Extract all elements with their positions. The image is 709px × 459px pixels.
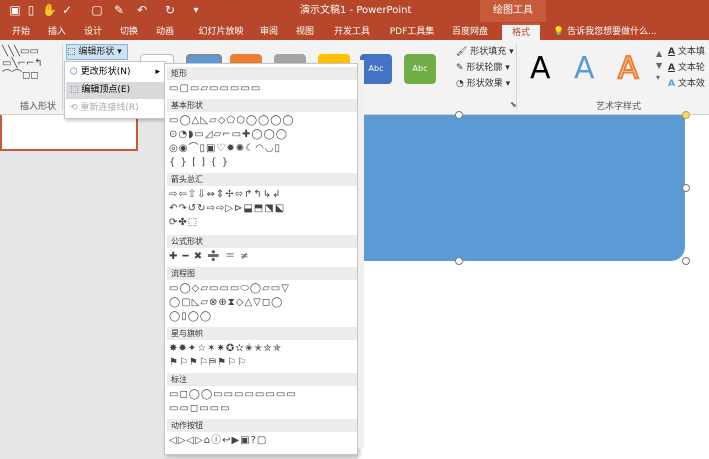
section-action-buttons: 动作按钮 <box>167 419 357 432</box>
new-doc-icon[interactable]: ▯ <box>24 3 38 18</box>
change-shape-icon: ⬡ <box>70 67 78 77</box>
tab-baidu-netdisk[interactable]: 百度网盘 <box>448 24 492 40</box>
shape-row[interactable]: ↶↷↺↻⇨⇨▷⊳⬓⬒⬔⬕ <box>169 202 353 216</box>
shape-row[interactable]: ⟳✤⬚ <box>169 216 353 230</box>
tab-slideshow[interactable]: 幻灯片放映 <box>194 24 248 40</box>
tab-view[interactable]: 视图 <box>292 24 318 40</box>
shape-row[interactable]: ⊙◔◗▭◿▱⌐▭✚◯◯◯ <box>169 128 353 142</box>
edit-shape-menu: ⬡ 更改形状(N) ▸ ⬚ 编辑顶点(E) ⟲ 重新连接线(R) <box>64 61 166 119</box>
shape-row[interactable]: ▭▢▭▱▭▭▭▭▭ <box>169 82 353 96</box>
tab-design[interactable]: 设计 <box>80 24 106 40</box>
edit-shape-icon: ⬚ <box>67 47 76 57</box>
selected-shape[interactable] <box>358 115 685 261</box>
text-outline-label: 文本轮 <box>677 63 705 73</box>
resize-handle[interactable] <box>455 257 463 265</box>
touch-mode-icon[interactable]: ✋ <box>42 3 57 18</box>
document-title: 演示文稿1 - PowerPoint <box>300 5 412 16</box>
text-fill-button[interactable]: A 文本填 <box>668 46 705 58</box>
chevron-down-icon: ▾ <box>117 47 122 57</box>
ribbon-tabs: 开始 插入 设计 切换 动画 幻灯片放映 审阅 视图 开发工具 PDF工具集 百… <box>0 22 709 42</box>
preview-icon[interactable]: ▢ <box>90 3 104 18</box>
edit-points-icon: ⬚ <box>70 85 79 95</box>
shape-fill-button[interactable]: 🖌 形状填充 ▾ <box>456 46 514 58</box>
shape-row[interactable]: ▭▭◻▭▭▭ <box>169 402 353 416</box>
tell-me-search[interactable]: 💡 告诉我您想要做什么... <box>553 24 657 40</box>
undo-icon[interactable]: ↶ <box>134 3 150 18</box>
reroute-icon: ⟲ <box>70 103 78 113</box>
text-effects-button[interactable]: A 文本效 <box>668 78 705 90</box>
edit-shape-button[interactable]: ⬚ 编辑形状 ▾ <box>66 44 128 60</box>
section-block-arrows: 箭头总汇 <box>167 173 357 186</box>
wordart-gallery-scroll[interactable]: ▲ ▼ ▾ <box>656 48 662 84</box>
section-rectangles: 矩形 <box>167 67 357 80</box>
shape-row[interactable]: ◯▯◯◯ <box>169 310 353 324</box>
wordart-style-blue[interactable]: A <box>574 52 595 86</box>
shape-row[interactable]: ◯▢◺▱⊗⊕⧗◇△▽◻◯ <box>169 296 353 310</box>
wordart-style-black[interactable]: A <box>530 52 551 86</box>
redo-icon[interactable]: ↻ <box>162 3 178 18</box>
section-callouts: 标注 <box>167 373 357 386</box>
section-equation-shapes: 公式形状 <box>167 235 357 248</box>
resize-handle[interactable] <box>455 111 463 119</box>
shape-outline-button[interactable]: ✎ 形状轮廓 ▾ <box>456 62 510 74</box>
adjust-handle[interactable] <box>682 111 690 119</box>
tab-pdf-tools[interactable]: PDF工具集 <box>384 24 440 40</box>
section-basic-shapes: 基本形状 <box>167 99 357 112</box>
spelling-icon[interactable]: ✓ <box>60 3 74 18</box>
tab-developer[interactable]: 开发工具 <box>330 24 374 40</box>
format-painter-icon[interactable]: ✎ <box>112 3 126 18</box>
reroute-label: 重新连接线(R) <box>80 103 139 113</box>
shape-row[interactable]: ⚑⚐⚑⚐⛿⚑⚐⚐ <box>169 356 353 370</box>
reroute-connectors-item: ⟲ 重新连接线(R) <box>66 100 164 117</box>
change-shape-item[interactable]: ⬡ 更改形状(N) ▸ <box>66 64 164 81</box>
gallery-scrollbar[interactable] <box>358 60 364 448</box>
shape-gallery: 矩形 ▭▢▭▱▭▭▭▭▭ 基本形状 ▭◯△◺▱◇⬠⬡◯◯◯◯ ⊙◔◗▭◿▱⌐▭✚… <box>164 63 358 455</box>
shape-row[interactable]: ▭◯△◺▱◇⬠⬡◯◯◯◯ <box>169 114 353 128</box>
shape-effects-label: 形状效果 <box>466 79 503 89</box>
section-stars-banners: 星与旗帜 <box>167 327 357 340</box>
shape-row[interactable]: ▭◯◇▱▭▭▭⬭◯▱▭▽ <box>169 282 353 296</box>
tab-insert[interactable]: 插入 <box>44 24 70 40</box>
shape-row[interactable]: ▭◻◯◯▭▭▭▭▭▭▭▭ <box>169 388 353 402</box>
change-shape-label: 更改形状(N) <box>80 67 131 77</box>
context-tab-title: 绘图工具 <box>480 0 546 22</box>
shape-fill-label: 形状填充 <box>470 47 507 57</box>
title-bar: ▣ ▯ ✋ ✓ ▢ ✎ ↶ ↻ ▾ 演示文稿1 - PowerPoint 绘图工… <box>0 0 709 22</box>
tab-review[interactable]: 审阅 <box>256 24 282 40</box>
tab-animations[interactable]: 动画 <box>152 24 178 40</box>
divider <box>516 44 517 110</box>
edit-points-item[interactable]: ⬚ 编辑顶点(E) <box>66 82 164 99</box>
tab-home[interactable]: 开始 <box>8 24 34 40</box>
tab-transitions[interactable]: 切换 <box>116 24 142 40</box>
resize-handle[interactable] <box>682 257 690 265</box>
edit-points-label: 编辑顶点(E) <box>81 85 131 95</box>
edit-shape-label: 编辑形状 <box>78 47 115 57</box>
shape-style-green[interactable]: Abc <box>404 54 436 84</box>
wordart-style-orange-outline[interactable]: A <box>617 51 639 87</box>
shape-row[interactable]: ◁▷◁▷⌂ⓘ↩▶▣?▢ <box>169 434 353 448</box>
divider <box>62 44 63 110</box>
text-effects-label: 文本效 <box>677 79 705 89</box>
shape-row[interactable]: ✸✹✦☆✶✷✪✫✬✭✮✯ <box>169 342 353 356</box>
slide-thumbnail[interactable] <box>0 115 138 151</box>
shape-row[interactable]: ✚ ━ ✖ ➗ ＝ ≠ <box>169 250 353 264</box>
tell-me-text: 告诉我您想要做什么... <box>567 27 657 37</box>
section-flowchart: 流程图 <box>167 267 357 280</box>
chevron-right-icon: ▸ <box>155 67 160 77</box>
text-outline-button[interactable]: A 文本轮 <box>668 62 705 74</box>
shape-row[interactable]: ⇨⇦⇧⇩⇔⇕✢⬄↱↰↳↲ <box>169 188 353 202</box>
shape-row[interactable]: { } [ ] { } <box>169 156 353 170</box>
customize-icon[interactable]: ▾ <box>190 3 202 18</box>
shape-effects-button[interactable]: ◔ 形状效果 ▾ <box>456 78 510 90</box>
shape-row[interactable]: ◎◉⌒▯▣♡✹✺☾◠◡▯ <box>169 142 353 156</box>
insert-shapes-group-label: 插入形状 <box>20 102 57 112</box>
wordart-group-label: 艺术字样式 <box>596 102 642 112</box>
save-icon[interactable]: ▣ <box>8 3 22 18</box>
insert-shapes-grid[interactable]: ╲╲╲▭▭ ▭╲⌐⌐↰ ⌒⌒◻◻ <box>2 46 60 86</box>
resize-handle[interactable] <box>682 184 690 192</box>
shape-style-blue[interactable]: Abc <box>360 54 392 84</box>
shape-outline-label: 形状轮廓 <box>466 63 503 73</box>
text-fill-label: 文本填 <box>677 47 705 57</box>
